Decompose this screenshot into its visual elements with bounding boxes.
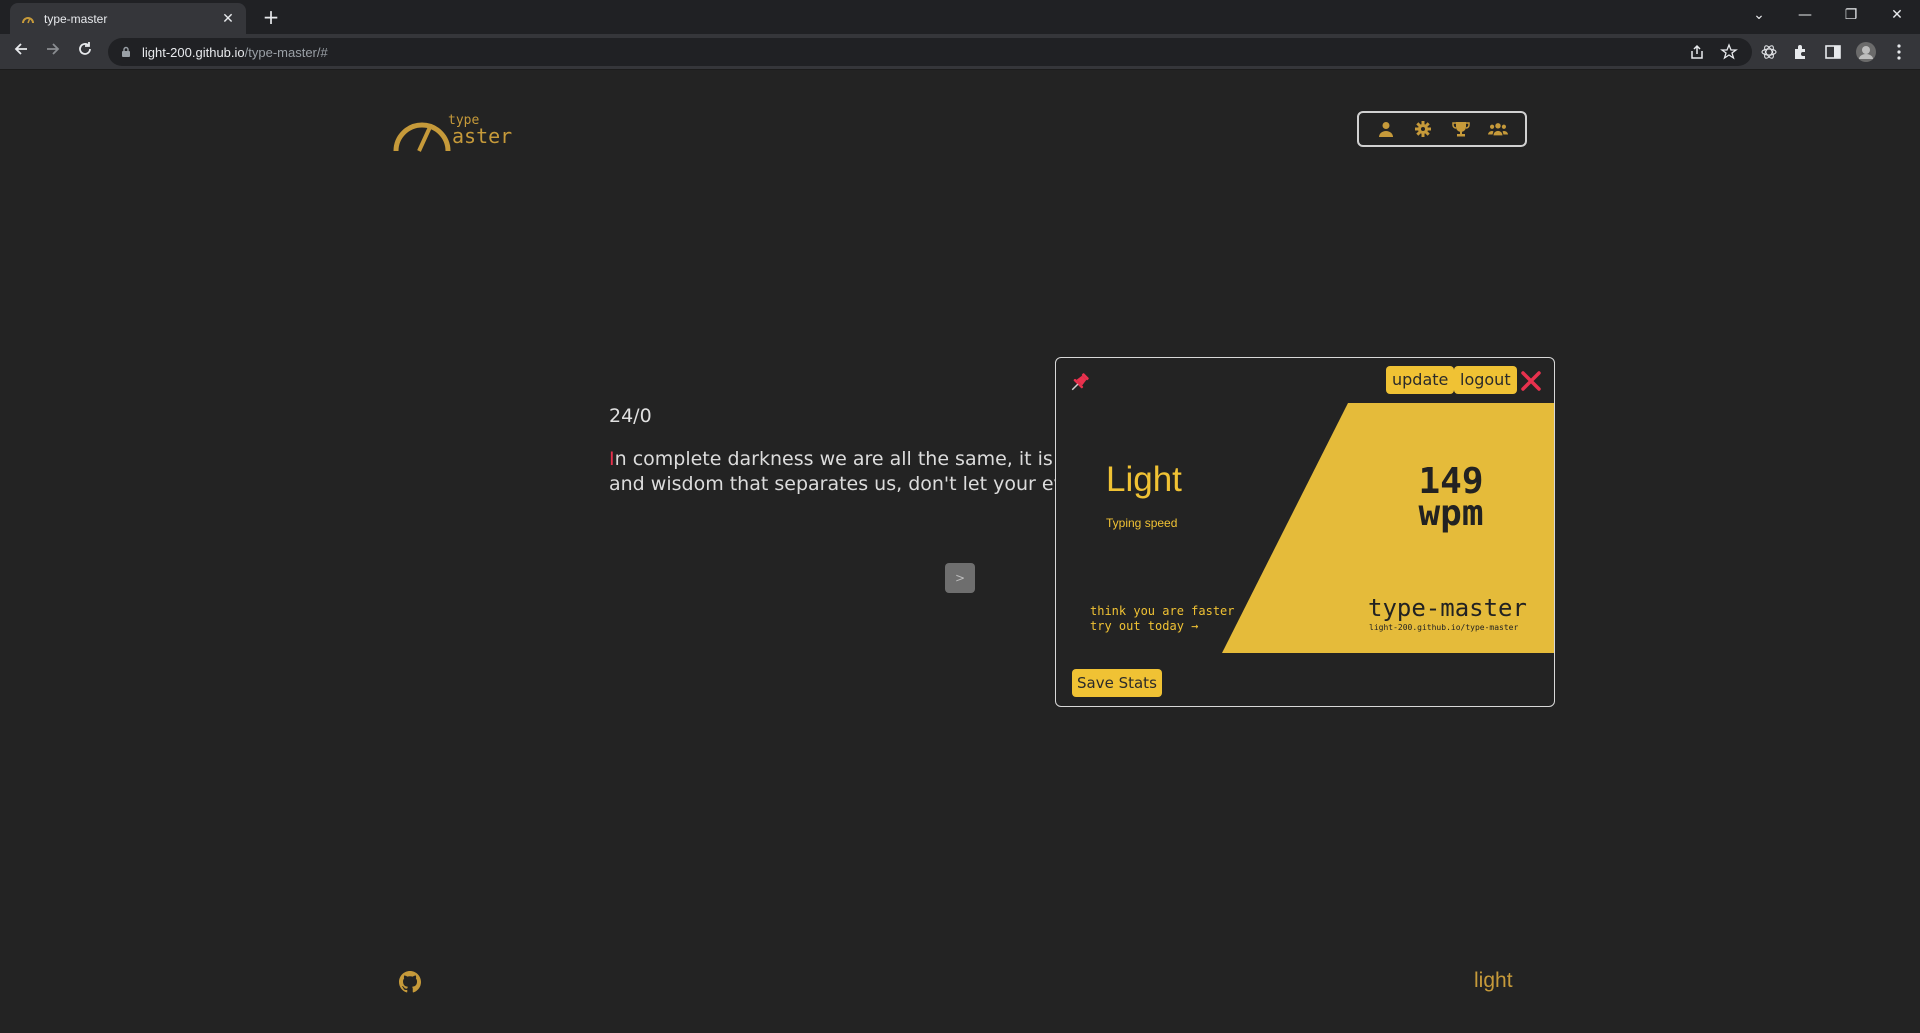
minimize-button[interactable]: — bbox=[1782, 0, 1828, 30]
lock-icon bbox=[122, 46, 130, 57]
logo-text-big: aster bbox=[452, 124, 513, 148]
close-icon[interactable] bbox=[1518, 368, 1544, 394]
typing-line-2: and wisdom that separates us, don't let … bbox=[609, 473, 1079, 495]
tagline-line-1: think you are faster bbox=[1090, 604, 1235, 618]
tagline-line-2: try out today → bbox=[1090, 619, 1199, 633]
header-nav bbox=[1357, 111, 1527, 147]
browser-tabbar: type-master ✕ + ⌄ — ❐ ✕ bbox=[0, 0, 1920, 34]
extension-react-icon[interactable] bbox=[1760, 43, 1778, 61]
user-icon[interactable] bbox=[1376, 120, 1396, 138]
stats-subtitle: Typing speed bbox=[1106, 516, 1178, 530]
wpm-display: 149 wpm bbox=[1386, 464, 1516, 534]
typing-text[interactable]: In complete darkness we are all the same… bbox=[609, 447, 1079, 507]
update-button[interactable]: update bbox=[1386, 366, 1455, 394]
tagline: think you are faster try out today → bbox=[1090, 604, 1235, 634]
page: type aster 24/0 In complete darkness we … bbox=[0, 71, 1920, 1033]
forward-icon[interactable] bbox=[41, 40, 65, 64]
tab-close-icon[interactable]: ✕ bbox=[220, 11, 236, 27]
close-window-button[interactable]: ✕ bbox=[1874, 0, 1920, 30]
users-icon[interactable] bbox=[1488, 120, 1509, 138]
reload-icon[interactable] bbox=[73, 40, 97, 64]
url-host: light-200.github.io bbox=[142, 44, 245, 60]
word-counter: 24/0 bbox=[609, 405, 652, 427]
typing-line-1: In complete darkness we are all the same… bbox=[609, 447, 1079, 472]
next-button[interactable]: > bbox=[945, 563, 975, 593]
restore-button[interactable]: ❐ bbox=[1828, 0, 1874, 30]
side-panel-icon[interactable] bbox=[1824, 43, 1842, 61]
extensions-puzzle-icon[interactable] bbox=[1792, 43, 1810, 61]
footer-username[interactable]: light bbox=[1474, 969, 1513, 993]
favicon-icon bbox=[22, 16, 34, 23]
bookmark-star-icon[interactable] bbox=[1720, 43, 1738, 61]
tab-search-icon[interactable]: ⌄ bbox=[1736, 0, 1782, 30]
new-tab-button[interactable]: + bbox=[260, 6, 282, 28]
gear-icon[interactable] bbox=[1413, 120, 1433, 138]
pin-icon[interactable] bbox=[1068, 370, 1092, 394]
menu-dots-icon[interactable] bbox=[1890, 43, 1908, 61]
stats-modal: update logout Light Typing speed 149 wpm… bbox=[1055, 357, 1555, 707]
tab-title: type-master bbox=[44, 11, 108, 26]
card-url: light-200.github.io/type-master bbox=[1369, 623, 1519, 632]
github-icon[interactable] bbox=[399, 971, 421, 993]
back-icon[interactable] bbox=[9, 40, 33, 64]
wpm-unit: wpm bbox=[1418, 493, 1484, 534]
stats-username: Light bbox=[1106, 460, 1182, 499]
address-bar[interactable]: light-200.github.io/type-master/# bbox=[108, 38, 1752, 66]
speedometer-icon bbox=[393, 122, 451, 152]
trophy-icon[interactable] bbox=[1451, 120, 1471, 138]
profile-avatar-icon[interactable] bbox=[1856, 42, 1876, 62]
browser-toolbar: light-200.github.io/type-master/# bbox=[0, 34, 1920, 70]
typing-line-1-rest: n complete darkness we are all the same,… bbox=[614, 448, 1079, 470]
card-brand: type-master bbox=[1368, 594, 1527, 622]
logo[interactable]: type aster bbox=[392, 111, 522, 157]
logout-button[interactable]: logout bbox=[1454, 366, 1517, 394]
url-path: /type-master/# bbox=[244, 44, 328, 60]
share-icon[interactable] bbox=[1688, 43, 1706, 61]
save-stats-button[interactable]: Save Stats bbox=[1072, 669, 1162, 697]
browser-tab[interactable]: type-master ✕ bbox=[10, 3, 246, 34]
